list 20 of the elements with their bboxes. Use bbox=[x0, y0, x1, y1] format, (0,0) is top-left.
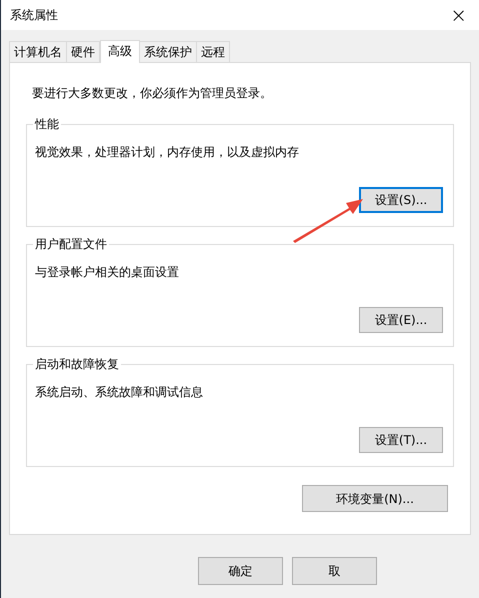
window-title: 系统属性 bbox=[10, 7, 58, 24]
tab[interactable]: 计算机名 bbox=[9, 41, 67, 62]
admin-notice: 要进行大多数更改，你必须作为管理员登录。 bbox=[31, 85, 273, 102]
tab[interactable]: 硬件 bbox=[66, 41, 100, 62]
group-description: 与登录帐户相关的桌面设置 bbox=[35, 264, 180, 281]
tab[interactable]: 远程 bbox=[196, 41, 230, 62]
group-title: 性能 bbox=[33, 116, 61, 132]
settings-button[interactable]: 设置(S)... bbox=[359, 187, 443, 213]
environment-variables-button[interactable]: 环境变量(N)... bbox=[302, 485, 448, 512]
settings-button[interactable]: 设置(T)... bbox=[359, 427, 443, 453]
group-title: 启动和故障恢复 bbox=[33, 356, 121, 372]
settings-button[interactable]: 设置(E)... bbox=[359, 307, 443, 333]
group-description: 系统启动、系统故障和调试信息 bbox=[35, 384, 204, 401]
dialog-button[interactable]: 取 bbox=[292, 557, 377, 585]
group-description: 视觉效果，处理器计划，内存使用，以及虚拟内存 bbox=[35, 144, 300, 161]
arrow-icon bbox=[291, 196, 365, 244]
close-button[interactable]: × bbox=[450, 5, 467, 25]
tab[interactable]: 高级 bbox=[100, 40, 140, 63]
group-title: 用户配置文件 bbox=[33, 236, 109, 252]
dialog-button[interactable]: 确定 bbox=[198, 557, 283, 585]
